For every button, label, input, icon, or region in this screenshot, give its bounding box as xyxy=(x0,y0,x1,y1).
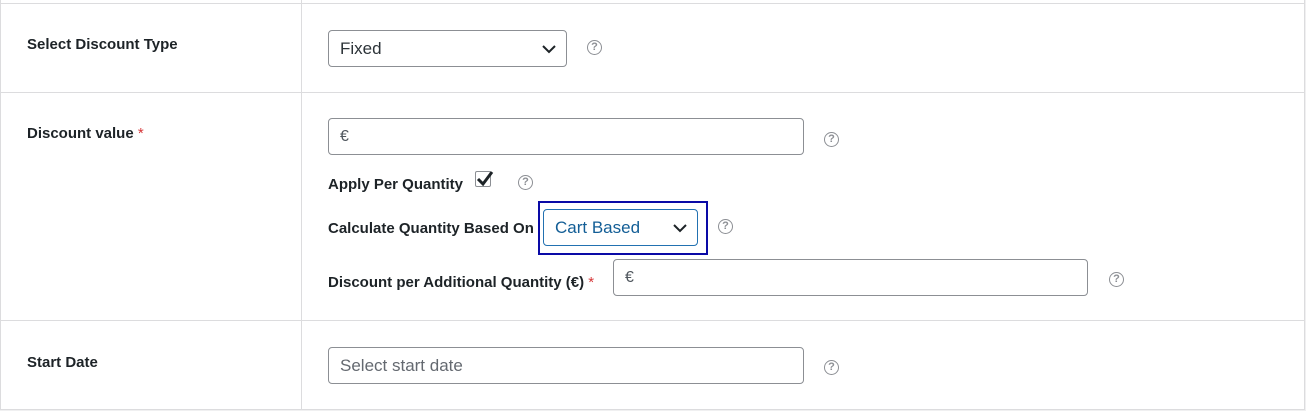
chevron-down-icon xyxy=(673,223,687,232)
help-glyph: ? xyxy=(722,220,729,232)
additional-quantity-input[interactable]: € xyxy=(613,259,1088,296)
help-icon[interactable]: ? xyxy=(518,175,533,190)
help-icon[interactable]: ? xyxy=(824,360,839,375)
calc-quantity-label: Calculate Quantity Based On xyxy=(328,220,534,237)
help-glyph: ? xyxy=(828,361,835,373)
apply-per-quantity-checkbox[interactable] xyxy=(475,171,494,187)
calc-quantity-selected-value: Cart Based xyxy=(555,217,641,237)
discount-value-label: Discount value * xyxy=(27,125,144,142)
help-icon[interactable]: ? xyxy=(718,219,733,234)
currency-prefix: € xyxy=(625,268,634,286)
additional-quantity-label-text: Discount per Additional Quantity (€) xyxy=(328,274,585,291)
discount-type-selected-value: Fixed xyxy=(340,38,382,58)
help-glyph: ? xyxy=(522,176,529,188)
discount-type-label: Select Discount Type xyxy=(27,36,178,53)
discount-value-input[interactable]: € xyxy=(328,118,804,155)
start-date-placeholder: Select start date xyxy=(340,355,463,375)
additional-quantity-label: Discount per Additional Quantity (€) * xyxy=(328,274,594,291)
currency-prefix: € xyxy=(340,127,349,145)
discount-type-select[interactable]: Fixed xyxy=(328,30,567,67)
row-discount-type: Select Discount Type Fixed ? xyxy=(1,3,1304,93)
discount-value-label-text: Discount value xyxy=(27,125,134,142)
required-asterisk: * xyxy=(588,274,595,291)
start-date-label: Start Date xyxy=(27,354,98,371)
help-glyph: ? xyxy=(1113,273,1120,285)
help-glyph: ? xyxy=(828,133,835,145)
help-icon[interactable]: ? xyxy=(824,132,839,147)
help-icon[interactable]: ? xyxy=(587,40,602,55)
checkmark-icon xyxy=(476,171,494,187)
calc-quantity-select[interactable]: Cart Based xyxy=(543,209,698,246)
row-start-date: Start Date Select start date ? xyxy=(1,320,1304,410)
apply-per-quantity-label: Apply Per Quantity xyxy=(328,176,464,193)
help-icon[interactable]: ? xyxy=(1109,272,1124,287)
required-asterisk: * xyxy=(137,125,144,142)
row-discount-value: Discount value * € ? Apply Per Quantity … xyxy=(1,92,1304,321)
start-date-input[interactable]: Select start date xyxy=(328,347,804,384)
help-glyph: ? xyxy=(591,41,598,53)
chevron-down-icon xyxy=(542,44,556,53)
settings-panel: Select Discount Type Fixed ? Discount va… xyxy=(0,0,1305,410)
